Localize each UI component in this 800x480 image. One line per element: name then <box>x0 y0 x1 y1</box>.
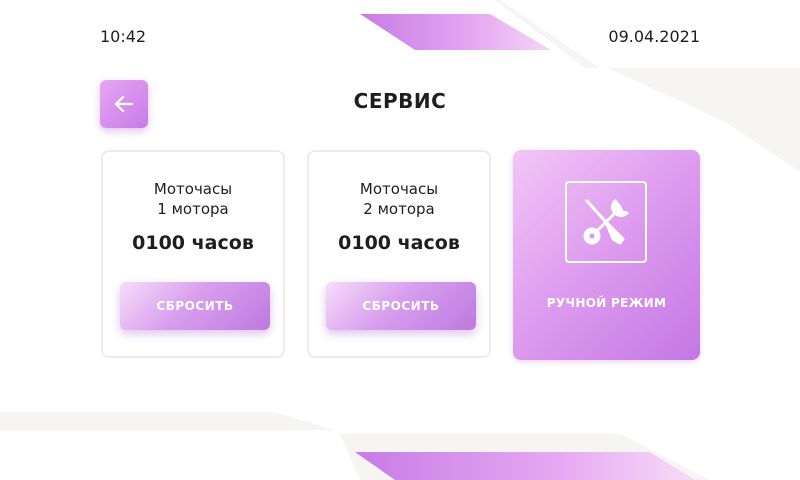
tools-icon <box>565 181 647 263</box>
current-date: 09.04.2021 <box>608 27 700 46</box>
page-title: СЕРВИС <box>353 89 447 113</box>
motor-hours-label-line1: Моточасы <box>359 180 439 198</box>
clock-time: 10:42 <box>100 27 147 46</box>
motor-hours-label-line2: 1 мотора <box>157 200 229 218</box>
motor-hours-card-2: Моточасы 2 мотора 0100 часов СБРОСИТЬ <box>307 150 491 358</box>
manual-mode-label: РУЧНОЙ РЕЖИМ <box>546 296 667 310</box>
manual-mode-button[interactable]: РУЧНОЙ РЕЖИМ <box>513 150 700 360</box>
motor-hours-value: 0100 часов <box>338 232 460 254</box>
motor-hours-value: 0100 часов <box>132 232 254 254</box>
motor-hours-label-line2: 2 мотора <box>363 200 435 218</box>
motor-hours-label: Моточасы 1 мотора <box>103 179 283 219</box>
reset-button-motor-1[interactable]: СБРОСИТЬ <box>120 282 270 330</box>
motor-hours-card-1: Моточасы 1 мотора 0100 часов СБРОСИТЬ <box>101 150 285 358</box>
motor-hours-label-line1: Моточасы <box>153 180 233 198</box>
motor-hours-label: Моточасы 2 мотора <box>309 179 489 219</box>
reset-button-motor-2[interactable]: СБРОСИТЬ <box>326 282 476 330</box>
